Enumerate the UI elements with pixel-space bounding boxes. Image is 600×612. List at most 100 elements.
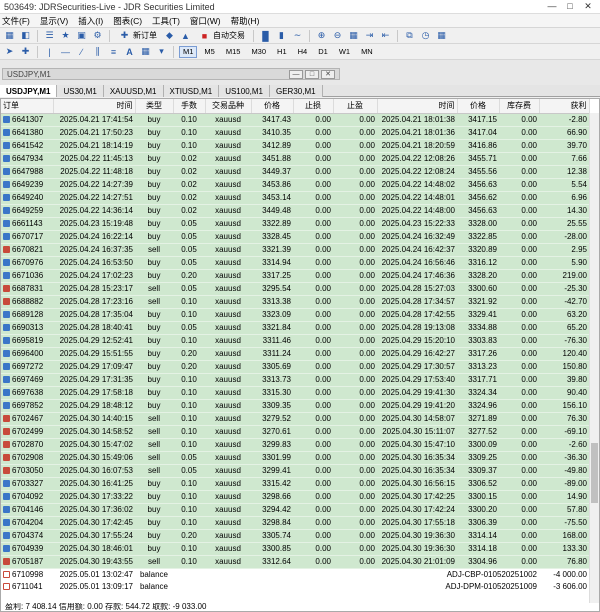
col-header-ticket[interactable]: 订单	[1, 99, 54, 114]
tab-us30[interactable]: US30,M1	[57, 85, 104, 97]
vertical-line-icon[interactable]: |	[43, 46, 56, 58]
timeframe-mn[interactable]: MN	[357, 46, 377, 58]
minimized-chart-window[interactable]: USDJPY,M1 — □ ✕	[2, 68, 340, 80]
tab-us100[interactable]: US100,M1	[219, 85, 270, 97]
table-row[interactable]: 6649240 2025.04.22 14:27:51 buy 0.02 xauusd 3…	[1, 191, 589, 205]
timeframe-h4[interactable]: H4	[294, 46, 312, 58]
balance-row[interactable]: 6711041 2025.05.01 13:09:17 balance ADJ-DPM…	[1, 580, 589, 593]
text-tool-icon[interactable]: A	[123, 46, 136, 58]
col-header-swap[interactable]: 库存费	[499, 99, 540, 114]
tab-ger30[interactable]: GER30,M1	[269, 85, 323, 97]
table-row[interactable]: 6702870 2025.04.30 15:47:02 sell 0.10 xauusd…	[1, 438, 589, 452]
table-row[interactable]: 6641307 2025.04.21 17:41:54 buy 0.10 xauusd 3…	[1, 113, 589, 127]
table-row[interactable]: 6696400 2025.04.29 15:51:55 buy 0.20 xauusd 3…	[1, 347, 589, 361]
col-header-type[interactable]: 类型	[135, 99, 174, 114]
table-row[interactable]: 6704146 2025.04.30 17:36:02 buy 0.10 xauusd 3…	[1, 503, 589, 517]
table-row[interactable]: 6704374 2025.04.30 17:55:24 buy 0.20 xauusd 3…	[1, 529, 589, 543]
table-row[interactable]: 6688882 2025.04.28 17:23:16 sell 0.10 xauusd…	[1, 295, 589, 309]
trendline-icon[interactable]: ∕	[75, 46, 88, 58]
timeframe-m1[interactable]: M1	[179, 45, 198, 58]
table-row[interactable]: 6703050 2025.04.30 16:07:53 sell 0.05 xauusd…	[1, 464, 589, 478]
auto-trading-button[interactable]: ■ 自动交易	[195, 29, 248, 42]
menu-charts[interactable]: 图表(C)	[113, 15, 142, 27]
table-row[interactable]: 6670976 2025.04.24 16:53:50 buy 0.05 xauusd 3…	[1, 256, 589, 270]
alerts-icon[interactable]: ▲	[179, 30, 192, 42]
indicators-icon[interactable]: ⧉	[403, 30, 416, 42]
table-row[interactable]: 6697638 2025.04.29 17:58:18 buy 0.10 xauusd 3…	[1, 386, 589, 400]
table-row[interactable]: 6704939 2025.04.30 18:46:01 buy 0.10 xauusd 3…	[1, 542, 589, 556]
menu-view[interactable]: 显示(V)	[40, 15, 68, 27]
close-icon[interactable]: ✕	[321, 69, 335, 79]
table-row[interactable]: 6704092 2025.04.30 17:33:22 buy 0.10 xauusd 3…	[1, 490, 589, 504]
table-row[interactable]: 6704204 2025.04.30 17:42:45 buy 0.10 xauusd 3…	[1, 516, 589, 530]
periods-icon[interactable]: ◷	[419, 30, 432, 42]
col-header-profit[interactable]: 获利	[539, 99, 590, 114]
vertical-scrollbar[interactable]	[589, 113, 599, 603]
table-row[interactable]: 6687831 2025.04.28 15:23:17 sell 0.05 xauusd…	[1, 282, 589, 296]
tab-usdjpy[interactable]: USDJPY,M1	[0, 85, 58, 97]
timeframe-h1[interactable]: H1	[273, 46, 291, 58]
col-header-volume[interactable]: 手数	[173, 99, 206, 114]
new-order-button[interactable]: ✚ 新订单	[115, 29, 160, 42]
balance-row[interactable]: 6710998 2025.05.01 13:02:47 balance ADJ-CBP…	[1, 568, 589, 581]
profiles-icon[interactable]: ◧	[19, 30, 32, 42]
table-row[interactable]: 6689128 2025.04.28 17:35:04 buy 0.10 xauusd 3…	[1, 308, 589, 322]
timeframe-m15[interactable]: M15	[222, 46, 245, 58]
col-header-open-price[interactable]: 价格	[251, 99, 294, 114]
table-row[interactable]: 6649239 2025.04.22 14:27:39 buy 0.02 xauusd 3…	[1, 178, 589, 192]
tile-windows-icon[interactable]: ▦	[347, 30, 360, 42]
close-icon[interactable]: ✕	[580, 1, 596, 12]
market-watch-icon[interactable]: ☰	[43, 30, 56, 42]
line-chart-icon[interactable]: ∼	[291, 30, 304, 42]
table-row[interactable]: 6705187 2025.04.30 19:43:55 sell 0.10 xauusd…	[1, 555, 589, 569]
metaeditor-icon[interactable]: ◆	[163, 30, 176, 42]
horizontal-line-icon[interactable]: —	[59, 46, 72, 58]
table-row[interactable]: 6661143 2025.04.23 15:19:48 buy 0.05 xauusd 3…	[1, 217, 589, 231]
scrollbar-thumb[interactable]	[591, 443, 598, 503]
table-row[interactable]: 6670717 2025.04.24 16:22:14 buy 0.05 xauusd 3…	[1, 230, 589, 244]
menu-help[interactable]: 帮助(H)	[231, 15, 260, 27]
autoscroll-icon[interactable]: ⇥	[363, 30, 376, 42]
chart-shift-icon[interactable]: ⇤	[379, 30, 392, 42]
timeframe-m30[interactable]: M30	[247, 46, 270, 58]
menu-insert[interactable]: 插入(I)	[78, 15, 103, 27]
timeframe-m5[interactable]: M5	[200, 46, 218, 58]
table-row[interactable]: 6690313 2025.04.28 18:40:41 buy 0.05 xauusd 3…	[1, 321, 589, 335]
table-row[interactable]: 6671036 2025.04.24 17:02:23 buy 0.20 xauusd 3…	[1, 269, 589, 283]
terminal-icon[interactable]: ▣	[75, 30, 88, 42]
label-tool-icon[interactable]: ▦	[139, 46, 152, 58]
table-row[interactable]: 6697469 2025.04.29 17:31:35 buy 0.10 xauusd 3…	[1, 373, 589, 387]
tab-xauusd[interactable]: XAUUSD,M1	[103, 85, 164, 97]
table-row[interactable]: 6697852 2025.04.29 18:48:12 buy 0.10 xauusd 3…	[1, 399, 589, 413]
menu-file[interactable]: 文件(F)	[2, 15, 30, 27]
table-row[interactable]: 6703327 2025.04.30 16:41:25 buy 0.10 xauusd 3…	[1, 477, 589, 491]
fibonacci-icon[interactable]: ≡	[107, 46, 120, 58]
timeframe-w1[interactable]: W1	[335, 46, 354, 58]
table-row[interactable]: 6702908 2025.04.30 15:49:06 sell 0.05 xauusd…	[1, 451, 589, 465]
minimize-icon[interactable]: —	[544, 1, 560, 12]
table-row[interactable]: 6702499 2025.04.30 14:58:52 sell 0.10 xauusd…	[1, 425, 589, 439]
cursor-icon[interactable]: ➤	[3, 46, 16, 58]
channel-icon[interactable]: ∥	[91, 46, 104, 58]
col-header-take-profit[interactable]: 止盈	[333, 99, 378, 114]
maximize-icon[interactable]: □	[562, 1, 578, 12]
table-row[interactable]: 6641380 2025.04.21 17:50:23 buy 0.10 xauusd 3…	[1, 126, 589, 140]
table-row[interactable]: 6647934 2025.04.22 11:45:13 buy 0.02 xauusd 3…	[1, 152, 589, 166]
tab-xtiusd[interactable]: XTIUSD,M1	[163, 85, 220, 97]
navigator-icon[interactable]: ★	[59, 30, 72, 42]
new-chart-icon[interactable]: ▦	[3, 30, 16, 42]
col-header-symbol[interactable]: 交易品种	[205, 99, 252, 114]
bar-chart-icon[interactable]: █	[259, 30, 272, 42]
table-row[interactable]: 6649259 2025.04.22 14:36:14 buy 0.02 xauusd 3…	[1, 204, 589, 218]
table-row[interactable]: 6702467 2025.04.30 14:40:15 sell 0.10 xauusd…	[1, 412, 589, 426]
table-row[interactable]: 6695819 2025.04.29 12:52:41 buy 0.10 xauusd 3…	[1, 334, 589, 348]
table-row[interactable]: 6647988 2025.04.22 11:48:18 buy 0.02 xauusd 3…	[1, 165, 589, 179]
col-header-open-time[interactable]: 时间	[53, 99, 136, 114]
restore-down-icon[interactable]: —	[289, 69, 303, 79]
timeframe-d1[interactable]: D1	[314, 46, 332, 58]
zoom-in-icon[interactable]: ⊕	[315, 30, 328, 42]
table-row[interactable]: 6670821 2025.04.24 16:37:35 sell 0.05 xauusd…	[1, 243, 589, 257]
menu-window[interactable]: 窗口(W)	[190, 15, 221, 27]
table-row[interactable]: 6641542 2025.04.21 18:14:19 buy 0.10 xauusd 3…	[1, 139, 589, 153]
crosshair-icon[interactable]: ✚	[19, 46, 32, 58]
